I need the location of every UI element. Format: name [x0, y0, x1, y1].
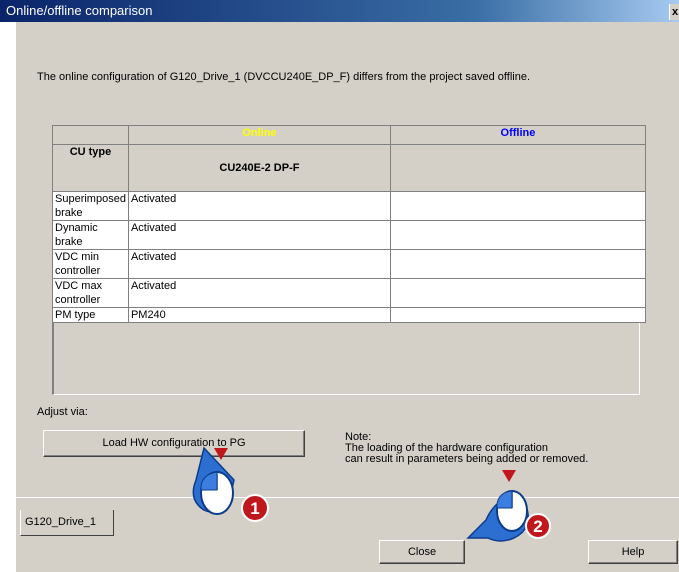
row-label: VDC min controller [52, 249, 129, 279]
row-label: PM type [52, 307, 129, 323]
window-title: Online/offline comparison [6, 3, 153, 18]
adjust-via-label: Adjust via: [37, 406, 88, 418]
cu-type-offline [389, 144, 646, 192]
callout-2: 2 [466, 470, 551, 542]
callout-number: 2 [533, 517, 542, 536]
row-offline [389, 307, 646, 323]
cu-type-label: CU type [52, 144, 129, 192]
tab-strip-line [15, 497, 679, 498]
row-offline [389, 249, 646, 279]
row-label: Superimposed brake [52, 191, 129, 221]
click-arrow-icon [502, 470, 516, 482]
table-row[interactable]: VDC max controller Activated [52, 278, 646, 308]
header-online: Online [127, 125, 391, 145]
row-online: Activated [127, 249, 391, 279]
callout-1: 1 [192, 446, 269, 522]
row-online: Activated [127, 191, 391, 221]
table-row[interactable]: Superimposed brake Activated [52, 191, 646, 221]
cu-type-row: CU type CU240E-2 DP-F [52, 144, 646, 192]
table-header-row: Online Offline [52, 125, 646, 145]
table-row[interactable]: VDC min controller Activated [52, 249, 646, 279]
tab-g120-drive-1[interactable]: G120_Drive_1 [20, 510, 114, 536]
row-label: VDC max controller [52, 278, 129, 308]
row-offline [389, 191, 646, 221]
help-button[interactable]: Help [588, 540, 678, 564]
row-online: Activated [127, 278, 391, 308]
header-corner [52, 125, 129, 145]
comparison-table: Online Offline CU type CU240E-2 DP-F Sup… [52, 125, 646, 323]
row-online: PM240 [127, 307, 391, 323]
row-offline [389, 278, 646, 308]
table-row[interactable]: Dynamic brake Activated [52, 220, 646, 250]
click-arrow-icon [214, 448, 228, 460]
header-offline: Offline [389, 125, 646, 145]
close-button[interactable]: Close [379, 540, 465, 564]
close-icon[interactable]: x [669, 4, 679, 20]
row-online: Activated [127, 220, 391, 250]
table-row[interactable]: PM type PM240 [52, 307, 646, 323]
comparison-message: The online configuration of G120_Drive_1… [37, 71, 531, 83]
cu-type-online: CU240E-2 DP-F [127, 144, 391, 192]
row-label: Dynamic brake [52, 220, 129, 250]
row-offline [389, 220, 646, 250]
callout-number: 1 [250, 499, 259, 518]
